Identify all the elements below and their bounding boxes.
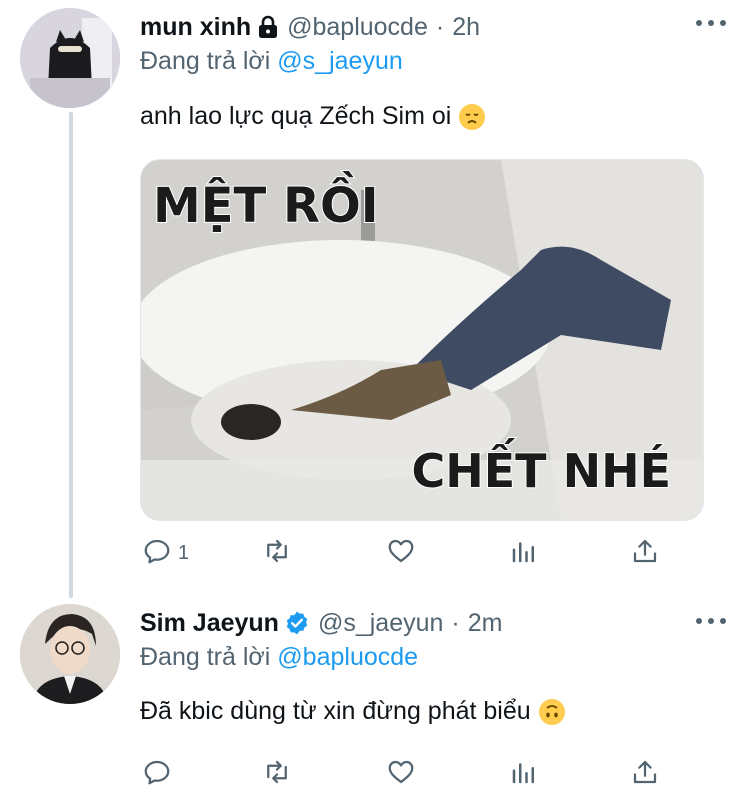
lock-icon	[257, 15, 279, 39]
reply-button[interactable]: 1	[142, 536, 189, 570]
retweet-icon	[262, 536, 292, 571]
media-caption-top: MỆT RỒI	[152, 177, 380, 235]
tweet-text: anh lao lực quạ Zếch Sim oi	[140, 102, 486, 131]
avatar[interactable]	[20, 8, 120, 108]
replying-to: Đang trả lời @bapluocde	[140, 643, 418, 672]
tweet-text-content: Đã kbic dùng từ xin đừng phát biểu	[140, 697, 531, 725]
reply-mention-link[interactable]: @s_jaeyun	[277, 47, 402, 75]
reply-button[interactable]	[142, 757, 172, 791]
share-icon	[630, 757, 660, 792]
timestamp[interactable]: 2m	[468, 609, 503, 638]
more-options-icon[interactable]	[696, 615, 726, 627]
display-name[interactable]: mun xinh	[140, 13, 251, 42]
share-button[interactable]	[630, 536, 660, 570]
disappointed-face-emoji-icon	[459, 103, 486, 130]
timestamp[interactable]: 2h	[452, 13, 480, 42]
reply-mention-link[interactable]: @bapluocde	[277, 643, 418, 671]
heart-icon	[386, 536, 416, 571]
like-button[interactable]	[386, 536, 416, 570]
more-options-icon[interactable]	[696, 17, 726, 29]
retweet-button[interactable]	[262, 757, 292, 791]
tweet-media-image[interactable]: MỆT RỒI CHẾT NHÉ	[140, 159, 704, 521]
tweet-header: mun xinh @bapluocde · 2h	[140, 9, 480, 45]
verified-badge-icon	[284, 610, 310, 636]
separator-dot: ·	[451, 608, 460, 637]
analytics-icon	[509, 536, 539, 571]
analytics-button[interactable]	[509, 757, 539, 791]
tweet-text: Đã kbic dùng từ xin đừng phát biểu	[140, 697, 565, 726]
reply-prefix: Đang trả lời	[140, 643, 271, 671]
reply-prefix: Đang trả lời	[140, 47, 271, 75]
share-button[interactable]	[630, 757, 660, 791]
display-name[interactable]: Sim Jaeyun	[140, 609, 279, 638]
avatar[interactable]	[20, 604, 120, 704]
analytics-icon	[509, 757, 539, 792]
separator-dot: ·	[435, 12, 445, 41]
heart-icon	[386, 757, 416, 792]
retweet-icon	[262, 757, 292, 792]
reply-icon	[142, 536, 172, 571]
thread-connector-line	[69, 112, 73, 598]
tweet-actions: 1	[140, 536, 680, 570]
reply-count: 1	[178, 541, 190, 564]
replying-to: Đang trả lời @s_jaeyun	[140, 47, 403, 76]
like-button[interactable]	[386, 757, 416, 791]
analytics-button[interactable]	[509, 536, 539, 570]
reply-icon	[142, 757, 172, 792]
upside-down-face-emoji-icon	[538, 698, 565, 725]
tweet-text-content: anh lao lực quạ Zếch Sim oi	[140, 102, 452, 130]
username-handle[interactable]: @s_jaeyun	[318, 609, 443, 638]
media-caption-bottom: CHẾT NHÉ	[411, 443, 672, 499]
retweet-button[interactable]	[262, 536, 292, 570]
username-handle[interactable]: @bapluocde	[287, 13, 428, 42]
tweet-actions	[140, 757, 680, 791]
tweet-header: Sim Jaeyun @s_jaeyun · 2m	[140, 605, 502, 641]
share-icon	[630, 536, 660, 571]
